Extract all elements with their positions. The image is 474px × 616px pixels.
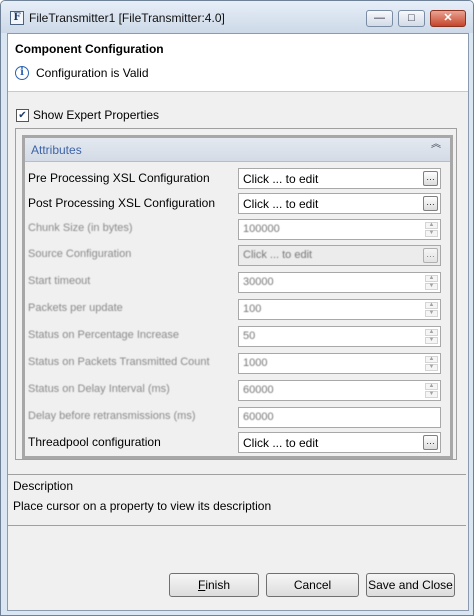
dialog-header: Component Configuration i Configuration … [8,34,468,92]
property-row-status-percentage: Status on Percentage Increase 50 ▲ ▼ [25,324,450,350]
validation-message: Configuration is Valid [36,66,149,80]
post-processing-xsl-field[interactable]: Click ... to edit … [238,193,441,214]
threadpool-field[interactable]: Click ... to edit … [238,432,441,453]
page-title: Component Configuration [15,42,164,56]
dialog-body: ✔ Show Expert Properties Attributes ︽ Pr… [8,92,468,610]
property-label: Post Processing XSL Configuration [28,196,215,210]
property-row-packets-per-update: Packets per update 100 ▲ ▼ [25,297,450,323]
property-value: 60000 [243,384,274,396]
ellipsis-edit-button[interactable]: … [423,196,438,211]
spin-up-icon[interactable]: ▲ [425,222,438,229]
show-expert-label[interactable]: Show Expert Properties [33,108,159,122]
number-spinner[interactable]: ▲ ▼ [425,329,438,344]
window-title: FileTransmitter1 [FileTransmitter:4.0] [29,11,225,25]
spin-up-icon[interactable]: ▲ [425,275,438,282]
property-row-status-delay: Status on Delay Interval (ms) 60000 ▲ ▼ [25,378,450,404]
app-icon: F [10,11,24,25]
ellipsis-edit-button[interactable]: … [423,248,438,263]
dialog-window: F FileTransmitter1 [FileTransmitter:4.0]… [0,0,474,616]
number-spinner[interactable]: ▲ ▼ [425,302,438,317]
number-spinner[interactable]: ▲ ▼ [425,356,438,371]
property-row-threadpool: Threadpool configuration Click ... to ed… [25,430,450,456]
property-row-pre-processing-xsl: Pre Processing XSL Configuration Click .… [25,166,450,192]
properties-frame: Attributes ︽ Pre Processing XSL Configur… [15,128,457,460]
source-configuration-field[interactable]: Click ... to edit … [238,245,441,266]
property-value: Click ... to edit [243,436,319,450]
status-delay-field[interactable]: 60000 ▲ ▼ [238,380,441,401]
property-value: Click ... to edit [243,172,319,186]
property-value: 30000 [243,276,274,288]
attributes-title: Attributes [31,143,82,157]
spin-down-icon[interactable]: ▼ [425,230,438,237]
property-label: Status on Percentage Increase [28,329,180,341]
property-row-status-packets: Status on Packets Transmitted Count 1000… [25,351,450,377]
description-text: Place cursor on a property to view its d… [13,499,272,513]
property-label: Pre Processing XSL Configuration [28,171,210,185]
minimize-button[interactable]: — [366,10,393,27]
number-spinner[interactable]: ▲ ▼ [425,275,438,290]
chunk-size-field[interactable]: 100000 ▲ ▼ [238,219,441,240]
property-value: 50 [243,330,256,342]
status-packets-field[interactable]: 1000 ▲ ▼ [238,353,441,374]
spin-up-icon[interactable]: ▲ [425,383,438,390]
description-panel: Description Place cursor on a property t… [8,474,466,526]
show-expert-checkbox[interactable]: ✔ [16,109,29,122]
property-label: Status on Packets Transmitted Count [28,356,210,368]
property-value: 60000 [243,411,274,423]
spin-down-icon[interactable]: ▼ [425,283,438,290]
property-label: Status on Delay Interval (ms) [28,383,170,395]
property-label: Threadpool configuration [28,435,161,449]
property-value: 100 [243,303,262,315]
property-label: Source Configuration [28,248,132,260]
number-spinner[interactable]: ▲ ▼ [425,222,438,237]
title-bar[interactable]: F FileTransmitter1 [FileTransmitter:4.0]… [1,1,473,33]
property-value: 1000 [243,357,268,369]
property-label: Delay before retransmissions (ms) [28,410,196,422]
ellipsis-edit-button[interactable]: … [423,435,438,450]
property-value: Click ... to edit [243,197,319,211]
close-button[interactable]: ✕ [430,10,466,27]
spin-down-icon[interactable]: ▼ [425,337,438,344]
spin-down-icon[interactable]: ▼ [425,391,438,398]
property-label: Packets per update [28,302,123,314]
dialog-content: Component Configuration i Configuration … [7,33,469,611]
save-and-close-button[interactable]: Save and Close [366,573,455,597]
ellipsis-edit-button[interactable]: … [423,171,438,186]
spin-up-icon[interactable]: ▲ [425,329,438,336]
spin-up-icon[interactable]: ▲ [425,356,438,363]
spin-up-icon[interactable]: ▲ [425,302,438,309]
property-row-start-timeout: Start timeout 30000 ▲ ▼ [25,270,450,296]
property-label: Start timeout [28,275,91,287]
info-icon: i [15,66,29,80]
property-row-source-configuration: Source Configuration Click ... to edit … [25,243,450,269]
collapse-icon[interactable]: ︽ [430,140,442,150]
packets-per-update-field[interactable]: 100 ▲ ▼ [238,299,441,320]
property-label: Chunk Size (in bytes) [28,222,133,234]
start-timeout-field[interactable]: 30000 ▲ ▼ [238,272,441,293]
property-row-post-processing-xsl: Post Processing XSL Configuration Click … [25,191,450,217]
description-title: Description [13,479,74,493]
number-spinner[interactable]: ▲ ▼ [425,383,438,398]
finish-button[interactable]: Finish [169,573,259,597]
property-value: 100000 [243,223,280,235]
status-percentage-field[interactable]: 50 ▲ ▼ [238,326,441,347]
spin-down-icon[interactable]: ▼ [425,310,438,317]
property-row-chunk-size: Chunk Size (in bytes) 100000 ▲ ▼ [25,217,450,243]
maximize-button[interactable]: □ [398,10,425,27]
pre-processing-xsl-field[interactable]: Click ... to edit … [238,168,441,189]
attributes-header[interactable]: Attributes ︽ [25,138,450,162]
cancel-button[interactable]: Cancel [266,573,359,597]
property-value: Click ... to edit [243,249,313,261]
attributes-panel: Attributes ︽ Pre Processing XSL Configur… [22,135,453,459]
spin-down-icon[interactable]: ▼ [425,364,438,371]
retransmission-delay-field[interactable]: 60000 [238,407,441,428]
property-row-retransmission-delay: Delay before retransmissions (ms) 60000 [25,405,450,431]
finish-label-rest: inish [205,578,231,592]
